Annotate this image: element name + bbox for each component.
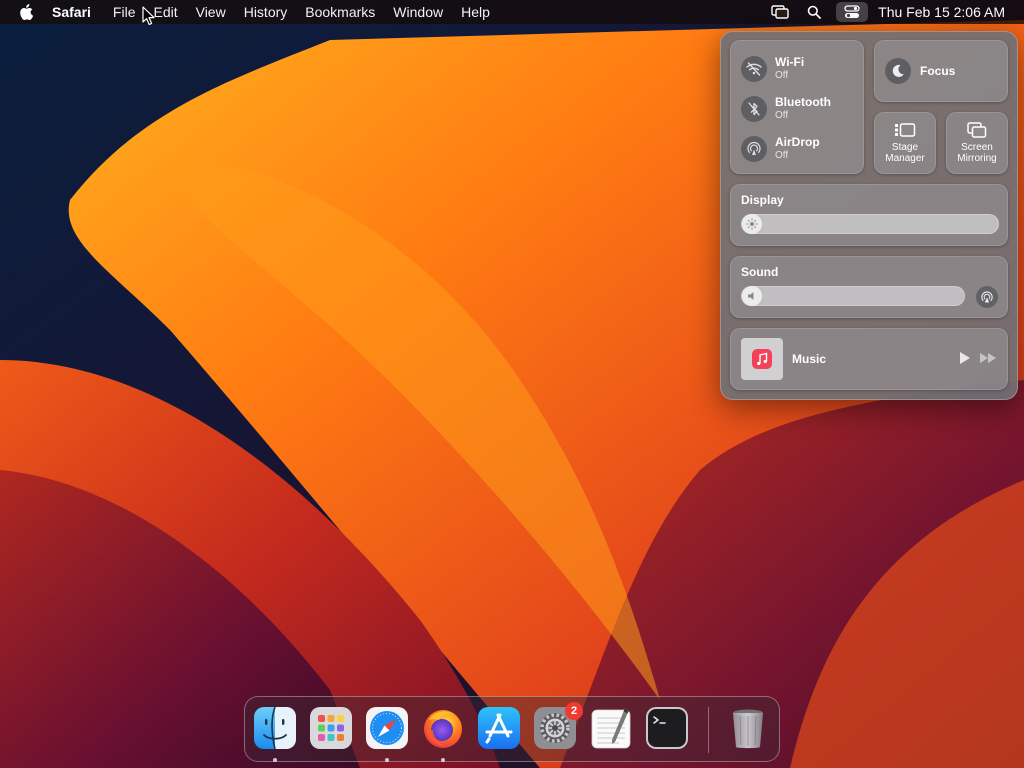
- firefox-icon: [424, 710, 462, 748]
- stage-manager-icon: [895, 123, 916, 137]
- menu-view[interactable]: View: [196, 4, 226, 20]
- menu-app-name[interactable]: Safari: [52, 4, 91, 20]
- menu-file[interactable]: File: [113, 4, 136, 20]
- screen-mirroring-icon: [967, 122, 987, 138]
- music-label: Music: [792, 352, 827, 366]
- trash-icon: [733, 709, 763, 749]
- airplay-audio-button[interactable]: [976, 286, 998, 308]
- dock-app-system-settings[interactable]: 2: [533, 702, 583, 750]
- dock-divider: [708, 707, 709, 753]
- airdrop-status: Off: [775, 150, 789, 161]
- dock-app-app-store[interactable]: [477, 706, 521, 750]
- airdrop-title: AirDrop: [775, 135, 820, 149]
- dock-app-finder[interactable]: [253, 706, 297, 750]
- stage-manager-label-1: Stage: [891, 142, 919, 153]
- control-center-icon: [844, 5, 860, 18]
- volume-slider[interactable]: [741, 286, 965, 306]
- airdrop-control[interactable]: AirDrop Off: [741, 136, 820, 162]
- menu-help[interactable]: Help: [461, 4, 490, 20]
- airdrop-icon: [747, 141, 761, 155]
- running-indicator: [273, 758, 277, 762]
- wifi-status: Off: [775, 70, 789, 81]
- menu-clock[interactable]: Thu Feb 15 2:06 AM: [878, 4, 1005, 20]
- launchpad-icon: [310, 707, 352, 749]
- screen-mirroring-icon: [771, 5, 789, 19]
- textedit-icon: [591, 708, 631, 749]
- terminal-icon: [646, 707, 688, 749]
- app-store-icon: [478, 707, 520, 749]
- display-title: Display: [741, 193, 784, 207]
- menu-history[interactable]: History: [244, 4, 288, 20]
- notification-badge: 2: [565, 702, 583, 720]
- focus-label: Focus: [920, 64, 956, 78]
- volume-slider-knob[interactable]: [742, 286, 762, 306]
- focus-module[interactable]: Focus: [874, 40, 1008, 102]
- control-center-panel: Wi-Fi Off Bluetooth Off AirDrop Off Focu…: [720, 31, 1018, 400]
- screen-mirroring-label-1: Screen: [961, 142, 993, 153]
- wifi-toggle-button[interactable]: [741, 56, 767, 82]
- status-spotlight[interactable]: [802, 2, 826, 22]
- finder-icon: [254, 706, 296, 750]
- wifi-off-icon: [746, 62, 762, 76]
- sound-module: Sound: [730, 256, 1008, 318]
- connectivity-module: Wi-Fi Off Bluetooth Off AirDrop Off: [730, 40, 864, 174]
- apple-icon: [20, 4, 33, 20]
- airplay-audio-icon: [981, 291, 993, 303]
- bluetooth-off-icon: [748, 102, 760, 116]
- status-control-center[interactable]: [836, 2, 869, 22]
- menu-window[interactable]: Window: [393, 4, 443, 20]
- play-icon: [960, 352, 970, 364]
- display-slider-knob[interactable]: [742, 214, 762, 234]
- play-button[interactable]: [959, 351, 971, 365]
- running-indicator: [441, 758, 445, 762]
- mouse-cursor-icon: [142, 6, 155, 26]
- bluetooth-control[interactable]: Bluetooth Off: [741, 96, 831, 122]
- apple-menu[interactable]: [0, 0, 52, 24]
- menu-edit[interactable]: Edit: [153, 4, 177, 20]
- bluetooth-status: Off: [775, 110, 789, 121]
- album-artwork: [741, 338, 783, 380]
- status-screen-mirroring[interactable]: [768, 2, 792, 22]
- fast-forward-icon: [980, 353, 996, 363]
- display-brightness-slider[interactable]: [741, 214, 999, 234]
- search-icon: [807, 5, 822, 19]
- dock: 2: [244, 696, 780, 762]
- sound-title: Sound: [741, 265, 779, 279]
- menu-bookmarks[interactable]: Bookmarks: [305, 4, 375, 20]
- screen-mirroring-label-2: Mirroring: [957, 153, 997, 164]
- dock-trash[interactable]: [726, 706, 770, 750]
- wifi-control[interactable]: Wi-Fi Off: [741, 56, 804, 82]
- running-indicator: [385, 758, 389, 762]
- wifi-title: Wi-Fi: [775, 55, 805, 69]
- screen-mirroring-button[interactable]: Screen Mirroring: [946, 112, 1008, 174]
- speaker-icon: [748, 292, 754, 300]
- stage-manager-button[interactable]: Stage Manager: [874, 112, 936, 174]
- bluetooth-toggle-button[interactable]: [741, 96, 767, 122]
- airdrop-toggle-button[interactable]: [741, 136, 767, 162]
- next-track-button[interactable]: [979, 352, 997, 364]
- focus-toggle-button[interactable]: [885, 58, 911, 84]
- dock-app-terminal[interactable]: [645, 706, 689, 750]
- bluetooth-title: Bluetooth: [775, 95, 831, 109]
- safari-icon: [366, 707, 408, 749]
- dock-app-firefox[interactable]: [421, 706, 465, 750]
- dock-app-launchpad[interactable]: [309, 706, 353, 750]
- stage-manager-label-2: Manager: [885, 153, 925, 164]
- now-playing-module[interactable]: Music: [730, 328, 1008, 390]
- music-app-icon: [752, 349, 772, 369]
- dock-app-textedit[interactable]: [589, 706, 633, 750]
- moon-icon: [892, 64, 904, 77]
- brightness-icon: [746, 218, 758, 230]
- dock-app-safari[interactable]: [365, 706, 409, 750]
- display-module: Display: [730, 184, 1008, 246]
